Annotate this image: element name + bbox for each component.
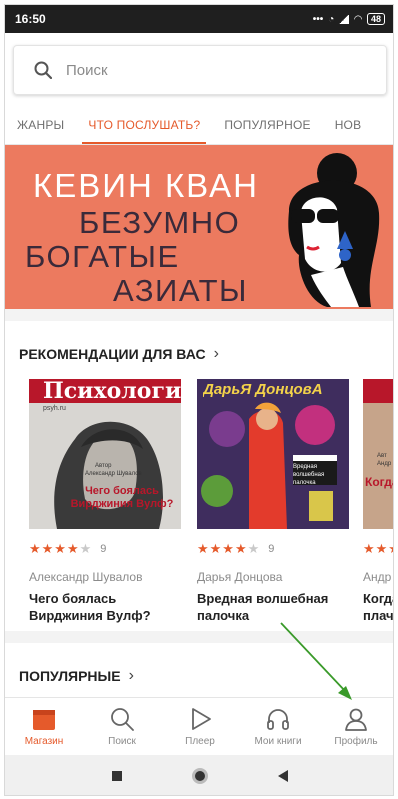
play-icon bbox=[192, 708, 211, 730]
book-title: Когда плачу bbox=[363, 591, 394, 623]
nav-profile-label: Профиль bbox=[334, 736, 378, 747]
banner-title-line3: АЗИАТЫ bbox=[113, 273, 248, 308]
nav-search[interactable]: Поиск bbox=[87, 698, 157, 755]
headphones-icon bbox=[267, 709, 289, 730]
rating-count: 9 bbox=[100, 543, 107, 555]
cover-small-label: Авт bbox=[377, 453, 387, 459]
cover-header-strip bbox=[363, 379, 393, 403]
search-area bbox=[5, 33, 393, 107]
stars-filled: ★★★★ bbox=[29, 541, 80, 556]
cover-text: Вредная волшебная палочка bbox=[293, 464, 325, 486]
cover-text: Чего боялась Вирджиния Вулф? bbox=[70, 485, 174, 510]
battery-level: 48 bbox=[370, 14, 381, 24]
tab-what-to-listen[interactable]: ЧТО ПОСЛУШАТЬ? bbox=[76, 107, 212, 144]
book-cover[interactable]: Авт Андр Когда bbox=[363, 379, 393, 529]
book-author: Дарья Донцова bbox=[197, 570, 283, 584]
book-author: Александр Шувалов bbox=[29, 570, 143, 584]
recommendations-header[interactable]: РЕКОМЕНДАЦИИ ДЛЯ ВАС › bbox=[19, 345, 219, 363]
banner-illustration bbox=[288, 153, 380, 307]
category-tabs: ЖАНРЫ ЧТО ПОСЛУШАТЬ? ПОПУЛЯРНОЕ НОВ bbox=[5, 107, 393, 145]
nav-shop[interactable]: Магазин bbox=[9, 698, 79, 755]
nav-shop-label: Магазин bbox=[24, 736, 64, 747]
book-cover[interactable]: ДарьЯ ДонцовА Вредная волшебная палочка bbox=[197, 379, 349, 529]
stars-filled: ★★★★ bbox=[197, 541, 248, 556]
recommendations-title: РЕКОМЕНДАЦИИ ДЛЯ ВАС bbox=[19, 346, 206, 362]
chevron-right-icon: › bbox=[213, 345, 219, 362]
cover-text: Когда bbox=[365, 475, 393, 489]
rating-count: 9 bbox=[268, 543, 275, 555]
cover-small-author: Александр Шувалов bbox=[85, 471, 142, 477]
chevron-right-icon: › bbox=[128, 667, 134, 684]
nav-my-books[interactable]: Мои книги bbox=[243, 698, 313, 755]
bottom-navigation: Магазин Поиск Плеер Мои книги Профиль bbox=[5, 697, 393, 755]
profile-icon bbox=[345, 708, 367, 731]
cover-small-author: Андр bbox=[377, 461, 392, 467]
search-input[interactable] bbox=[66, 61, 346, 79]
popular-header[interactable]: ПОПУЛЯРНЫЕ › bbox=[19, 667, 134, 685]
book-author: Андр bbox=[363, 570, 392, 584]
nav-profile[interactable]: Профиль bbox=[321, 698, 391, 755]
search-bar[interactable] bbox=[13, 45, 387, 95]
book-card[interactable]: Авт Андр Когда ★★★ Андр Когда плачу bbox=[363, 379, 394, 624]
alarm-icon: ◔ bbox=[328, 13, 335, 25]
system-navigation-bar bbox=[5, 755, 393, 795]
nav-player[interactable]: Плеер bbox=[165, 698, 235, 755]
stars-empty: ★ bbox=[79, 541, 93, 556]
cover-small-label: Автор bbox=[95, 463, 112, 469]
banner-title-line2: БОГАТЫЕ bbox=[25, 239, 180, 274]
nav-player-label: Плеер bbox=[185, 736, 215, 747]
banner-title-line1: БЕЗУМНО bbox=[79, 205, 241, 240]
recent-apps-icon[interactable] bbox=[112, 771, 122, 781]
rating-stars: ★★★ bbox=[363, 541, 393, 557]
tab-genres[interactable]: ЖАНРЫ bbox=[5, 107, 76, 144]
book-card[interactable]: Психология psyh.ru Автор Александр Шувал… bbox=[29, 379, 181, 624]
promo-banner[interactable]: КЕВИН КВАН БЕЗУМНО БОГАТЫЕ АЗИАТЫ bbox=[5, 145, 393, 309]
search-icon bbox=[111, 708, 134, 731]
status-bar: 16:50 ••• ◔ ◠ 48 bbox=[5, 5, 393, 33]
book-cover[interactable]: Психология psyh.ru Автор Александр Шувал… bbox=[29, 379, 181, 529]
battery-icon: 48 bbox=[366, 13, 385, 25]
tab-new[interactable]: НОВ bbox=[323, 107, 374, 144]
signal-icon bbox=[339, 14, 350, 24]
popular-section: ПОПУЛЯРНЫЕ › bbox=[5, 643, 393, 703]
popular-title: ПОПУЛЯРНЫЕ bbox=[19, 668, 121, 684]
book-rating: ★★★★★ 9 bbox=[197, 541, 349, 557]
notification-dots-icon: ••• bbox=[312, 13, 324, 25]
book-title: Вредная волшебная палочка bbox=[197, 591, 329, 623]
tab-popular[interactable]: ПОПУЛЯРНОЕ bbox=[212, 107, 322, 144]
cover-art bbox=[201, 402, 337, 529]
nav-my-books-label: Мои книги bbox=[254, 736, 302, 747]
rating-stars: ★★★★★ bbox=[197, 541, 260, 557]
home-icon[interactable] bbox=[192, 768, 208, 784]
book-card[interactable]: ДарьЯ ДонцовА Вредная волшебная палочка … bbox=[197, 379, 349, 624]
nav-search-label: Поиск bbox=[108, 736, 136, 747]
wifi-icon: ◠ bbox=[354, 13, 362, 25]
search-icon bbox=[34, 61, 52, 79]
book-rating: ★★★ bbox=[363, 541, 393, 557]
rating-stars: ★★★★★ bbox=[29, 541, 92, 557]
recommendations-section: РЕКОМЕНДАЦИИ ДЛЯ ВАС › Психология psyh.r… bbox=[5, 321, 394, 631]
shop-icon bbox=[33, 710, 55, 730]
book-rating: ★★★★★ 9 bbox=[29, 541, 181, 557]
stars-empty: ★ bbox=[247, 541, 261, 556]
stars-filled: ★★★ bbox=[363, 541, 393, 556]
back-icon[interactable] bbox=[278, 770, 288, 782]
book-title: Чего боялась Вирджиния Вулф? bbox=[29, 591, 151, 623]
status-time: 16:50 bbox=[15, 12, 46, 26]
banner-author: КЕВИН КВАН bbox=[33, 167, 259, 204]
status-icons: ••• ◔ ◠ 48 bbox=[313, 13, 385, 25]
phone-screen: 16:50 ••• ◔ ◠ 48 ЖАНРЫ ЧТО ПОСЛУШАТЬ? ПО… bbox=[4, 4, 394, 796]
